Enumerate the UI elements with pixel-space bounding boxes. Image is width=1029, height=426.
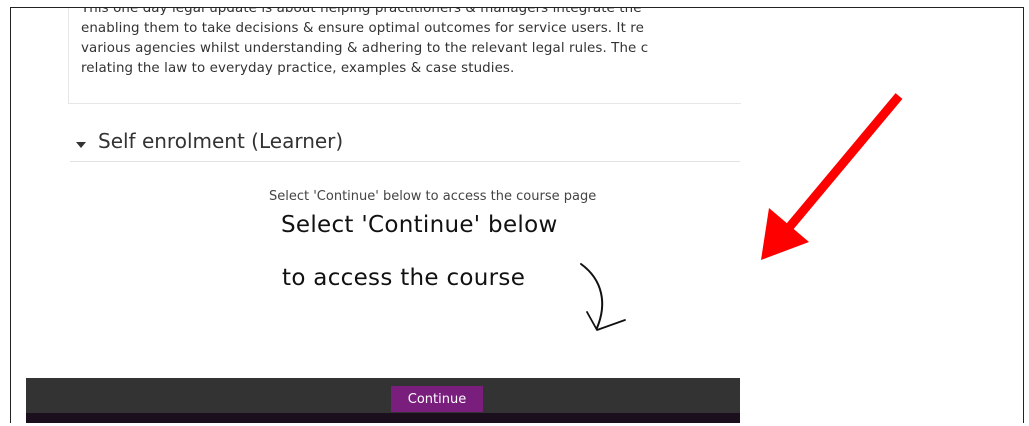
page-footer-strip [26,413,740,423]
self-enrolment-section-header[interactable]: Self enrolment (Learner) [70,129,740,162]
description-line: enabling them to take decisions & ensure… [81,21,644,36]
curved-arrow-down-icon [580,263,626,331]
caret-down-icon[interactable] [76,142,86,148]
handwritten-instruction-line-1: Select 'Continue' below [281,212,558,238]
handwritten-instruction-line-2: to access the course [282,265,526,291]
course-description-box: This one day legal update is about helpi… [68,7,741,104]
enrolment-footer-bar: Continue [26,378,740,423]
description-line: various agencies whilst understanding & … [81,41,649,56]
screenshot-frame: This one day legal update is about helpi… [10,7,1024,423]
description-line: This one day legal update is about helpi… [81,7,642,16]
description-line: relating the law to everyday practice, e… [81,61,515,76]
enrolment-instruction-text: Select 'Continue' below to access the co… [269,189,597,204]
continue-button[interactable]: Continue [391,386,483,412]
course-description-text: This one day legal update is about helpi… [69,7,730,103]
red-arrow-icon [761,93,903,260]
section-title: Self enrolment (Learner) [98,129,344,153]
